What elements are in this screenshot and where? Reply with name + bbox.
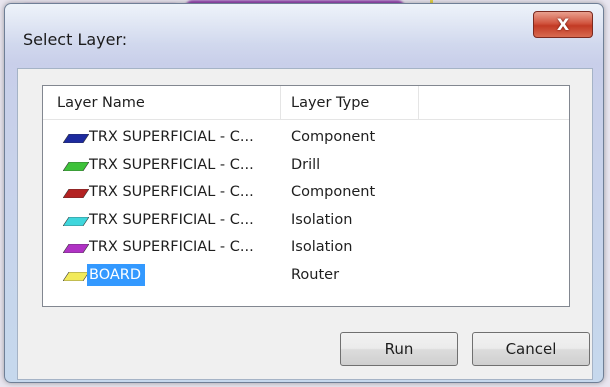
- layer-color-icon: [63, 244, 89, 253]
- list-item[interactable]: TRX SUPERFICIAL - C... Component: [43, 181, 569, 208]
- close-icon: X: [556, 15, 570, 34]
- layer-color-icon: [63, 271, 89, 281]
- close-button[interactable]: X: [533, 11, 593, 38]
- layer-list[interactable]: Layer Name Layer Type TRX SUPERFICIAL - …: [42, 85, 570, 307]
- run-button[interactable]: Run: [340, 332, 458, 366]
- dialog-title: Select Layer:: [23, 30, 128, 49]
- layer-color-icon: [63, 134, 89, 143]
- layer-name: BOARD: [87, 263, 146, 286]
- list-item[interactable]: TRX SUPERFICIAL - C... Drill: [43, 154, 569, 181]
- layer-type: Drill: [291, 156, 321, 173]
- layer-name: TRX SUPERFICIAL - C...: [89, 184, 254, 200]
- list-item[interactable]: BOARD Router: [43, 263, 569, 291]
- column-header-layer-type[interactable]: Layer Type: [281, 86, 419, 120]
- list-header: Layer Name Layer Type: [43, 86, 569, 120]
- layer-color-icon: [63, 189, 89, 198]
- layer-color-icon: [63, 216, 89, 226]
- list-item[interactable]: TRX SUPERFICIAL - C... Component: [43, 126, 569, 153]
- column-header-layer-name[interactable]: Layer Name: [43, 86, 281, 120]
- layer-type: Isolation: [291, 239, 353, 255]
- layer-name: TRX SUPERFICIAL - C...: [89, 239, 254, 255]
- dialog-client-area: Layer Name Layer Type TRX SUPERFICIAL - …: [17, 68, 593, 380]
- layer-type: Router: [291, 266, 340, 283]
- layer-name: TRX SUPERFICIAL - C...: [89, 211, 254, 228]
- cancel-button[interactable]: Cancel: [472, 332, 590, 366]
- layer-type: Isolation: [291, 211, 353, 228]
- list-item[interactable]: TRX SUPERFICIAL - C... Isolation: [43, 209, 569, 236]
- layer-color-icon: [63, 161, 89, 171]
- layer-type: Component: [291, 129, 376, 145]
- layer-name: TRX SUPERFICIAL - C...: [89, 156, 254, 173]
- select-layer-dialog: Select Layer: X Layer Name Layer Type TR…: [4, 3, 604, 383]
- layer-name: TRX SUPERFICIAL - C...: [89, 129, 254, 145]
- layer-type: Component: [291, 184, 376, 200]
- list-item[interactable]: TRX SUPERFICIAL - C... Isolation: [43, 236, 569, 263]
